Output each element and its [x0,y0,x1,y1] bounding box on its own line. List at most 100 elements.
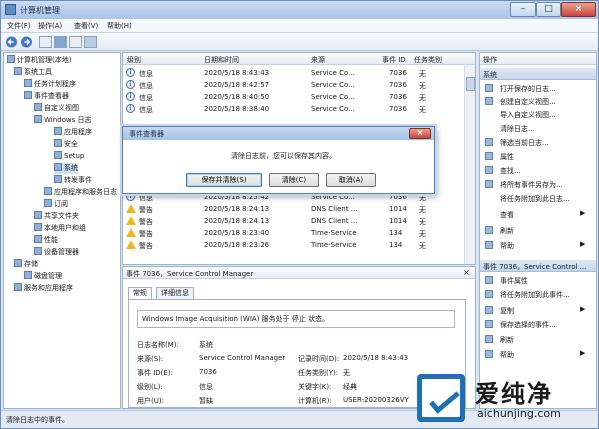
event-row[interactable]: 警告 2020/5/18 8:24:13 DNS Client ... 1014 无 [123,215,463,227]
event-cell-date: 2020/5/18 8:25:42 [204,193,270,201]
actions-section-event[interactable]: 事件 7036，Service Control ... [480,260,596,272]
action-help-event[interactable]: 帮助 ▶ [480,348,596,360]
menu-file[interactable]: 文件(F) [7,21,31,31]
dialog-title-bar[interactable]: 事件查看器 × [123,127,434,140]
tree-node-security[interactable]: 安全 [54,139,78,150]
tree-node-disk-management[interactable]: 磁盘管理 [24,271,62,282]
event-row[interactable]: 警告 2020/5/18 8:23:40 Time-Service 134 无 [123,227,463,239]
col-source[interactable]: 来源 [311,55,325,65]
action-view[interactable]: 查看 ▶ [480,208,596,220]
action-copy[interactable]: 复制 ▶ [480,304,596,316]
tree-node-system-tools[interactable]: 系统工具 [14,67,52,78]
save-icon [485,320,493,328]
tree-node-setup[interactable]: Setup [54,151,84,162]
dialog-title: 事件查看器 [129,130,164,138]
forward-arrow-icon[interactable] [20,36,33,48]
info-icon: i [126,104,135,113]
help-icon[interactable] [69,36,82,48]
event-cell-level: 信息 [139,194,153,202]
computer-icon [7,55,15,63]
action-clear-log[interactable]: 清除日志... [480,122,596,134]
event-row[interactable]: i 信息 2020/5/18 8:38:40 Service Co... 7036 无 [123,103,463,115]
tree-node-event-viewer[interactable]: 事件查看器 [24,91,69,102]
cancel-button[interactable]: 取消(A) [326,173,376,187]
maximize-button[interactable]: □ [536,2,561,17]
action-attach-task-to-event[interactable]: 将任务附加到此事件... [480,288,596,300]
action-event-properties[interactable]: 事件属性 [480,274,596,286]
action-help[interactable]: 帮助 ▶ [480,239,596,251]
keywords-label: 关键字(K): [298,383,332,391]
user-value: 暂缺 [199,397,213,405]
detail-close-icon[interactable]: × [463,268,470,277]
tree-node-shared-folders[interactable]: 共享文件夹 [34,211,79,222]
tree-node-windows-logs[interactable]: Windows 日志 [34,115,91,126]
menu-bar: 文件(F) 操作(A) 查看(V) 帮助(H) [1,19,598,33]
clear-button[interactable]: 清除(C) [269,173,319,187]
col-task-category[interactable]: 任务类别 [414,55,442,65]
action-refresh[interactable]: 刷新 [480,224,596,236]
event-row[interactable]: i 信息 2020/5/18 8:42:57 Service Co... 7036 无 [123,79,463,91]
event-cell-id: 1014 [389,217,407,225]
console-tree: 计算机管理(本地) 系统工具 任务计划程序 事件查看器 自定义视图 Window… [3,52,121,409]
help-icon [485,350,493,358]
tree-node-performance[interactable]: 性能 [34,235,58,246]
event-row[interactable]: i 信息 2020/5/18 8:43:43 Service Co... 7036 无 [123,67,463,79]
actions-section-system[interactable]: 系统 [480,68,596,80]
menu-help[interactable]: 帮助(H) [107,21,132,31]
tree-node-custom-views[interactable]: 自定义视图 [34,103,79,114]
scrollbar-thumb[interactable] [466,77,475,91]
action-properties[interactable]: 属性 [480,150,596,162]
dialog-close-button[interactable]: × [409,128,431,139]
action-import-custom-view[interactable]: 导入自定义视图... [480,108,596,120]
tree-node-storage[interactable]: 存储 [14,259,38,270]
tab-general[interactable]: 常规 [128,287,152,299]
menu-action[interactable]: 操作(A) [38,21,62,31]
col-event-id[interactable]: 事件 ID [382,55,406,65]
shared-folder-icon [34,211,42,219]
tree-node-services-apps[interactable]: 服务和应用程序 [14,283,73,294]
status-text: 清除日志中的事件。 [6,416,69,424]
event-cell-level: 信息 [139,82,153,90]
col-level[interactable]: 级别 [127,55,141,65]
tree-node-subscriptions[interactable]: 订阅 [44,199,68,210]
tree-node-device-manager[interactable]: 设备管理器 [34,247,79,258]
close-button[interactable]: × [561,2,596,17]
action-find[interactable]: 查找... [480,164,596,176]
tree-node-forwarded-events[interactable]: 转发事件 [54,175,92,186]
event-row[interactable]: 警告 2020/5/18 8:23:26 Time-Service 134 无 [123,239,463,251]
submenu-arrow-icon: ▶ [580,240,586,248]
col-date[interactable]: 日期和时间 [204,55,239,65]
tree-node-application[interactable]: 应用程序 [54,127,92,138]
back-arrow-icon[interactable] [5,36,18,48]
event-list-scrollbar[interactable] [464,65,475,264]
window-title: 计算机管理 [20,6,60,15]
action-attach-task-to-log[interactable]: 将任务附加到此日志... [480,192,596,204]
event-cell-id: 7036 [389,105,407,113]
event-message[interactable]: Windows Image Acquisition (WIA) 服务处于 停止 … [137,310,455,328]
minimize-button[interactable]: – [510,2,536,17]
action-save-selected-events[interactable]: 保存选择的事件... [480,318,596,330]
action-open-saved-log[interactable]: 打开保存的日志... [480,82,596,94]
tree-node-root[interactable]: 计算机管理(本地) [7,55,71,66]
action-refresh-event[interactable]: 刷新 [480,333,596,345]
tree-node-task-scheduler[interactable]: 任务计划程序 [24,79,76,90]
event-cell-date: 2020/5/18 8:40:50 [204,93,270,101]
tree-node-system[interactable]: 系统 [54,163,78,174]
tab-details[interactable]: 详细信息 [156,287,194,299]
tree-node-app-service-logs[interactable]: 应用程序和服务日志 [44,187,117,198]
menu-view[interactable]: 查看(V) [74,21,98,31]
log-icon [54,139,62,147]
title-bar[interactable]: 计算机管理 – □ × [1,1,598,19]
show-hide-tree-icon[interactable] [54,36,67,48]
submenu-arrow-icon: ▶ [580,349,586,357]
tree-node-local-users[interactable]: 本地用户和组 [34,223,86,234]
action-filter-current-log[interactable]: 筛选当前日志... [480,136,596,148]
event-row[interactable]: i 信息 2020/5/18 8:40:50 Service Co... 7036 无 [123,91,463,103]
event-row[interactable]: 警告 2020/5/18 8:24:13 DNS Client ... 1014 无 [123,203,463,215]
save-and-clear-button[interactable]: 保存并清除(S) [186,173,262,187]
up-level-icon[interactable] [39,36,52,48]
event-cell-id: 7036 [389,193,407,201]
action-save-all-events[interactable]: 将所有事件另存为... [480,178,596,190]
show-action-pane-icon[interactable] [84,36,97,48]
action-create-custom-view[interactable]: 创建自定义视图... [480,95,596,107]
